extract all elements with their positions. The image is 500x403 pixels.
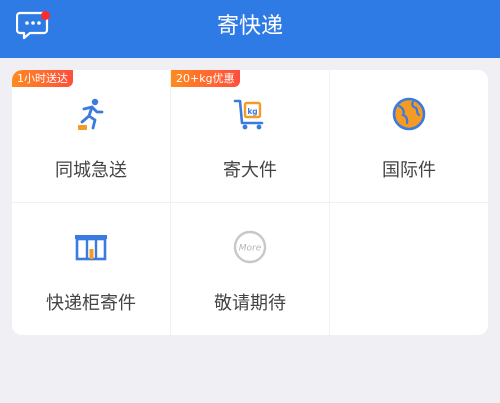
service-label: 国际件 [382, 160, 436, 181]
service-large-item[interactable]: 20+kg优惠 kg 寄大件 [171, 70, 330, 203]
more-icon: More [233, 230, 267, 264]
service-label: 同城急送 [55, 160, 127, 181]
svg-text:kg: kg [247, 107, 257, 116]
service-coming-soon: More 敬请期待 [171, 203, 330, 335]
service-badge: 1小时送达 [12, 70, 73, 87]
service-international[interactable]: 国际件 [330, 70, 488, 203]
service-card: 1小时送达 同城急送 20+kg优惠 kg 寄大件 国际件 快递柜寄件 More… [12, 70, 488, 335]
service-locker-send[interactable]: 快递柜寄件 [12, 203, 171, 335]
runner-icon [78, 98, 104, 130]
service-same-city-express[interactable]: 1小时送达 同城急送 [12, 70, 171, 203]
globe-icon [392, 97, 426, 131]
service-label: 寄大件 [223, 160, 277, 181]
svg-text:More: More [239, 244, 262, 254]
service-label: 快递柜寄件 [46, 293, 136, 314]
service-label: 敬请期待 [214, 293, 286, 314]
service-badge: 20+kg优惠 [171, 70, 240, 87]
app-header: 寄快递 [0, 0, 500, 58]
page-title: 寄快递 [216, 14, 283, 39]
empty-cell [330, 203, 488, 335]
locker-icon [75, 235, 107, 261]
cart-kg-icon: kg [233, 99, 264, 130]
